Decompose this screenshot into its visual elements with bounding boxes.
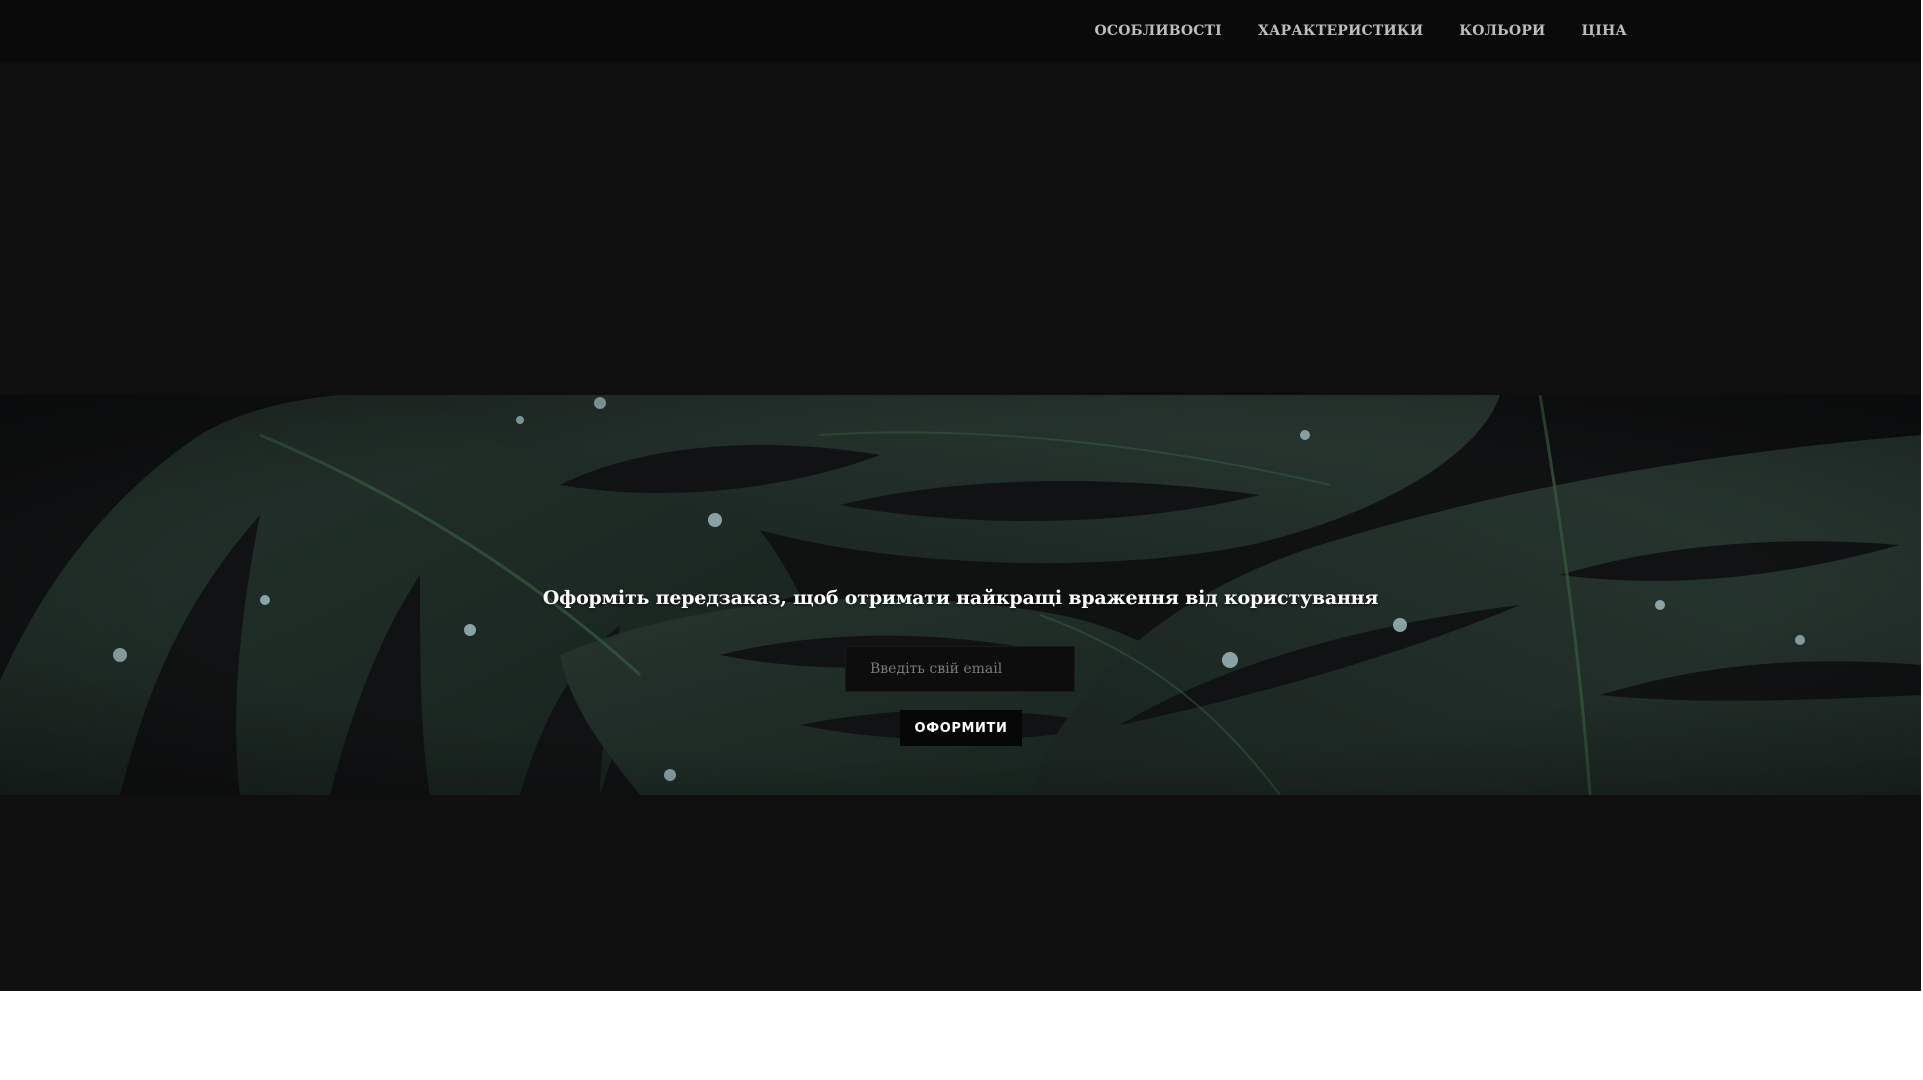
page: ОСОБЛИВОСТІ ХАРАКТЕРИСТИКИ КОЛЬОРИ ЦІНА — [0, 0, 1923, 1080]
top-navbar: ОСОБЛИВОСТІ ХАРАКТЕРИСТИКИ КОЛЬОРИ ЦІНА — [0, 0, 1921, 62]
preorder-section: Оформіть передзаказ, щоб отримати найкра… — [0, 395, 1921, 795]
nav-item-specs: ХАРАКТЕРИСТИКИ — [1258, 20, 1423, 41]
nav-item-colors: КОЛЬОРИ — [1459, 20, 1545, 41]
nav-link-specs[interactable]: ХАРАКТЕРИСТИКИ — [1258, 21, 1423, 41]
nav-menu: ОСОБЛИВОСТІ ХАРАКТЕРИСТИКИ КОЛЬОРИ ЦІНА — [1094, 20, 1627, 41]
bottom-section — [0, 795, 1921, 991]
site-container: ОСОБЛИВОСТІ ХАРАКТЕРИСТИКИ КОЛЬОРИ ЦІНА — [0, 0, 1921, 991]
nav-link-colors[interactable]: КОЛЬОРИ — [1459, 21, 1545, 41]
preorder-content: Оформіть передзаказ, щоб отримати найкра… — [0, 395, 1921, 795]
nav-link-price[interactable]: ЦІНА — [1581, 21, 1627, 41]
nav-item-features: ОСОБЛИВОСТІ — [1094, 20, 1221, 41]
nav-item-price: ЦІНА — [1581, 20, 1627, 41]
email-input[interactable] — [845, 646, 1075, 692]
nav-link-features[interactable]: ОСОБЛИВОСТІ — [1094, 21, 1221, 41]
preorder-heading: Оформіть передзаказ, щоб отримати найкра… — [542, 587, 1379, 609]
hero-section — [0, 62, 1921, 395]
preorder-submit-button[interactable]: ОФОРМИТИ — [900, 710, 1022, 746]
